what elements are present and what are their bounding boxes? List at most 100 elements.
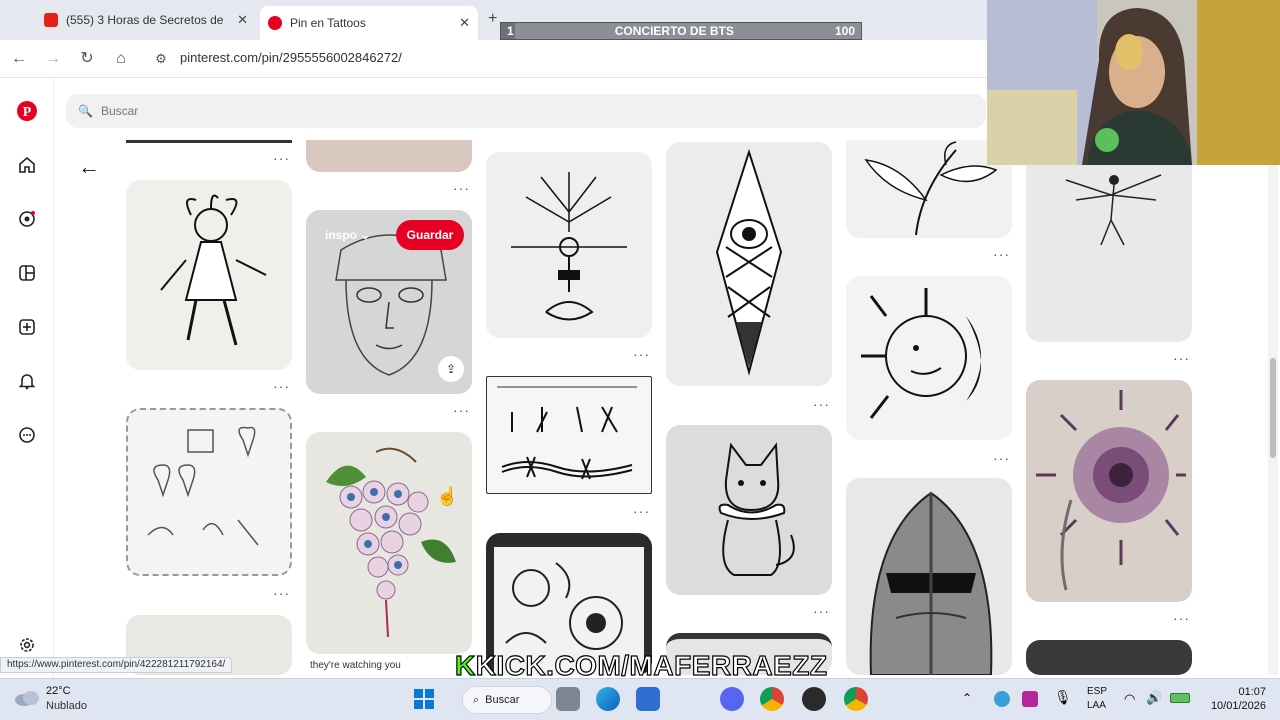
pin-knight-helmet[interactable] xyxy=(846,478,1012,675)
pin-jester-drawing[interactable] xyxy=(126,180,292,370)
explore-icon[interactable] xyxy=(14,206,40,232)
chevron-down-icon: ⌄ xyxy=(360,228,371,242)
helmet-illustration xyxy=(869,491,993,675)
more-icon[interactable]: ··· xyxy=(453,180,470,196)
pin-clown-cat[interactable] xyxy=(666,425,832,595)
more-icon[interactable]: ··· xyxy=(993,450,1010,466)
cat-illustration xyxy=(718,442,795,576)
goal-target: 100 xyxy=(834,24,855,38)
pin-purple-eye-tattoo[interactable] xyxy=(1026,380,1192,602)
pin-eyeball-grapes[interactable] xyxy=(306,432,472,654)
weather-temperature: 22°C xyxy=(46,685,71,697)
cloud-icon[interactable] xyxy=(14,689,40,707)
webcam-feed xyxy=(987,0,1280,165)
pin-partial[interactable] xyxy=(1026,640,1192,675)
more-icon[interactable]: ··· xyxy=(273,585,290,601)
chevron-up-icon[interactable]: ⌃ xyxy=(962,691,972,705)
messages-icon[interactable] xyxy=(14,422,40,448)
home-icon[interactable]: ⌂ xyxy=(110,48,132,70)
share-icon[interactable]: ⇪ xyxy=(438,356,464,382)
pin-dagger-eye[interactable] xyxy=(666,142,832,386)
obs-icon[interactable] xyxy=(802,687,826,711)
home-icon[interactable] xyxy=(14,152,40,178)
tab-title: (555) 3 Horas de Secretos de t xyxy=(66,13,226,27)
back-arrow-icon[interactable]: ← xyxy=(78,154,100,180)
goal-current: 1 xyxy=(507,24,514,38)
search-placeholder: Buscar xyxy=(100,104,139,118)
doodle-illustration xyxy=(147,426,259,546)
more-icon[interactable]: ··· xyxy=(633,503,650,519)
weather-description: Nublado xyxy=(46,700,87,712)
goal-title: CONCIERTO DE BTS xyxy=(614,24,734,38)
url-field[interactable]: pinterest.com/pin/2955556002846272/ xyxy=(180,50,402,65)
more-icon[interactable]: ··· xyxy=(813,396,830,412)
close-icon[interactable]: ✕ xyxy=(237,12,248,28)
taskbar-search-label: Buscar xyxy=(485,694,520,706)
tree-figure-illustration xyxy=(511,172,627,321)
forward-arrow-icon[interactable]: → xyxy=(42,48,64,70)
tray-app-icon[interactable] xyxy=(1022,691,1038,707)
windows-taskbar: 22°C Nublado ⌕ Buscar ⌃ 🎙 ESP LAA ◠ 🔊 01… xyxy=(0,678,1280,720)
tab-youtube[interactable]: (555) 3 Horas de Secretos de t ✕ xyxy=(36,6,256,34)
language-code[interactable]: ESP xyxy=(1087,686,1107,697)
wifi-icon[interactable]: ◠ xyxy=(1124,691,1135,707)
save-button[interactable]: Guardar xyxy=(396,220,464,250)
pin-barbed-wire[interactable] xyxy=(486,376,652,494)
battery-icon[interactable] xyxy=(1170,693,1190,703)
close-icon[interactable]: ✕ xyxy=(459,15,470,31)
taskbar-search[interactable]: ⌕ Buscar xyxy=(462,686,552,714)
create-icon[interactable] xyxy=(14,314,40,340)
store-icon[interactable] xyxy=(636,687,660,711)
pin-tree-figure[interactable] xyxy=(486,152,652,338)
search-input[interactable]: 🔍 Buscar xyxy=(66,94,986,128)
more-icon[interactable]: ··· xyxy=(1173,610,1190,626)
site-info-icon[interactable]: ⚙ xyxy=(150,48,172,70)
address-bar-row: ← → ↻ ⌂ ⚙ pinterest.com/pin/295555600284… xyxy=(0,40,990,78)
board-select[interactable]: inspo ⌄ xyxy=(325,228,370,242)
pin-image-partial[interactable] xyxy=(126,140,292,143)
tab-pinterest[interactable]: Pin en Tattoos ✕ xyxy=(260,6,478,40)
new-tab-icon[interactable]: + xyxy=(488,10,497,28)
more-icon[interactable]: ··· xyxy=(273,150,290,166)
board-name: inspo xyxy=(325,228,357,242)
clock-date[interactable]: 10/01/2026 xyxy=(1200,700,1266,712)
kick-logo: K xyxy=(454,649,476,681)
scrollbar-thumb[interactable] xyxy=(1270,358,1276,458)
pin-sun-moon[interactable] xyxy=(846,276,1012,440)
file-explorer-icon[interactable] xyxy=(556,687,580,711)
chrome-profile-icon[interactable] xyxy=(844,687,868,711)
status-link: https://www.pinterest.com/pin/4222812117… xyxy=(0,657,233,673)
more-icon[interactable]: ··· xyxy=(993,246,1010,262)
keyboard-layout[interactable]: LAA xyxy=(1087,700,1106,711)
edge-icon[interactable] xyxy=(596,687,620,711)
volume-icon[interactable]: 🔊 xyxy=(1146,690,1162,706)
chrome-icon[interactable] xyxy=(760,687,784,711)
pin-fairy-sketch[interactable] xyxy=(1026,140,1192,342)
back-arrow-icon[interactable]: ← xyxy=(8,48,30,70)
reload-icon[interactable]: ↻ xyxy=(76,48,98,70)
tab-title: Pin en Tattoos xyxy=(290,16,366,30)
youtube-icon xyxy=(44,13,58,27)
more-icon[interactable]: ··· xyxy=(453,402,470,418)
discord-icon[interactable] xyxy=(720,687,744,711)
more-icon[interactable]: ··· xyxy=(633,346,650,362)
pinterest-logo-icon[interactable]: P xyxy=(14,98,40,124)
clock-time[interactable]: 01:07 xyxy=(1226,686,1266,698)
onedrive-icon[interactable] xyxy=(994,691,1010,707)
stream-goal-bar: 1 CONCIERTO DE BTS 100 xyxy=(500,22,862,40)
search-icon: 🔍 xyxy=(78,104,93,118)
more-icon[interactable]: ··· xyxy=(813,603,830,619)
microphone-icon[interactable]: 🎙 xyxy=(1054,689,1072,706)
boards-icon[interactable] xyxy=(14,260,40,286)
pin-skin-photo[interactable] xyxy=(306,140,472,172)
more-icon[interactable]: ··· xyxy=(273,378,290,394)
barbed-wire-illustration xyxy=(497,386,637,480)
bell-icon[interactable] xyxy=(14,368,40,394)
windows-start-icon[interactable] xyxy=(412,687,436,711)
search-icon: ⌕ xyxy=(473,693,480,706)
pin-doodle-sheet[interactable] xyxy=(126,408,292,576)
more-icon[interactable]: ··· xyxy=(1173,350,1190,366)
settings-icon[interactable] xyxy=(14,632,40,658)
fairy-illustration xyxy=(1065,174,1162,246)
pinterest-icon xyxy=(268,16,282,30)
